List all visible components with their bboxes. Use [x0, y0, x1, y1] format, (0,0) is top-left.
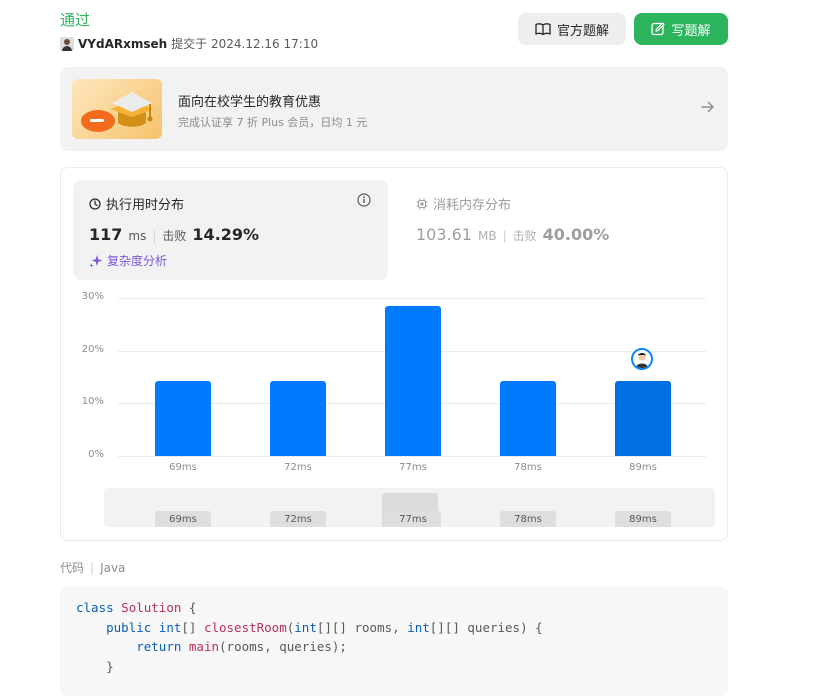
code-header: 代码 | Java [60, 559, 125, 576]
mini-bar-89ms: 89ms [615, 511, 671, 527]
runtime-value: 117 [89, 225, 123, 244]
edit-icon [651, 22, 666, 36]
mini-bar-label: 77ms [399, 514, 427, 525]
mini-bar-78ms: 78ms [500, 511, 556, 527]
my-submission-avatar [631, 348, 653, 370]
write-solution-label: 写题解 [671, 23, 711, 39]
code-token: main [188, 639, 220, 654]
code-token: [] [181, 619, 204, 635]
bar-69ms[interactable] [155, 381, 211, 456]
code-token: (rooms, queries); [219, 639, 347, 654]
memory-stats: 103.61 MB | 击败 40.00% [416, 225, 609, 244]
runtime-title-label: 执行用时分布 [106, 198, 185, 213]
divider: | [90, 560, 95, 575]
gridline [118, 456, 706, 457]
official-solution-label: 官方题解 [556, 23, 609, 39]
memory-beats-value: 40.00% [542, 225, 610, 244]
code-token: [][] [429, 619, 468, 635]
code-token: public [106, 619, 152, 635]
memory-unit: MB [477, 229, 497, 243]
mini-bar-72ms: 72ms [270, 511, 326, 527]
code-token: } [76, 658, 114, 674]
y-tick-label: 0% [88, 449, 104, 460]
promo-title: 面向在校学生的教育优惠 [178, 95, 322, 110]
promo-subtitle: 完成认证享 7 折 Plus 会员，日均 1 元 [178, 116, 368, 129]
bar-72ms[interactable] [270, 381, 326, 456]
info-icon[interactable] [357, 193, 371, 207]
code-language: Java [100, 560, 126, 575]
bar-89ms[interactable] [615, 381, 671, 456]
code-token: return [136, 639, 182, 654]
mini-bar-label: 69ms [169, 514, 197, 525]
complexity-analysis-label: 复杂度分析 [107, 254, 168, 268]
code-token: Solution [121, 600, 182, 615]
code-token: int [158, 619, 182, 635]
divider: | [152, 229, 157, 243]
code-token: rooms, [354, 619, 408, 635]
mini-bar-label: 72ms [284, 514, 312, 525]
memory-beats-label: 击败 [512, 229, 537, 243]
x-tick-label: 89ms [629, 462, 657, 473]
clock-icon [89, 197, 101, 210]
runtime-beats-label: 击败 [162, 229, 187, 243]
mini-bar-69ms: 69ms [155, 511, 211, 527]
x-tick-label: 69ms [169, 462, 197, 473]
x-tick-label: 78ms [514, 462, 542, 473]
y-tick-label: 10% [81, 396, 104, 407]
code-token: { [181, 600, 197, 615]
education-promo-banner[interactable]: 面向在校学生的教育优惠 完成认证享 7 折 Plus 会员，日均 1 元 [60, 67, 728, 151]
mini-bar-label: 89ms [629, 514, 657, 525]
submission-status: 通过 [60, 11, 91, 29]
runtime-stats: 117 ms | 击败 14.29% [89, 225, 259, 244]
gridline [118, 298, 706, 299]
y-tick-label: 30% [81, 291, 104, 302]
x-tick-label: 77ms [399, 462, 427, 473]
y-tick-label: 20% [81, 344, 104, 355]
runtime-title: 执行用时分布 [89, 194, 184, 213]
submission-byline: VYdARxmseh 提交于 2024.12.16 17:10 [60, 35, 318, 52]
graduation-cap-illustration [72, 79, 162, 139]
username-link[interactable]: VYdARxmseh [78, 37, 167, 51]
runtime-beats-value: 14.29% [192, 225, 260, 244]
code-label: 代码 [60, 561, 85, 575]
code-token: closestRoom [203, 619, 287, 635]
code-token: int [294, 619, 317, 635]
official-solution-button[interactable]: 官方题解 [518, 13, 626, 45]
memory-title-label: 消耗内存分布 [433, 198, 512, 213]
mini-bar-77ms: 77ms [385, 511, 441, 527]
code-token: queries) { [467, 619, 543, 635]
code-token: class [76, 600, 114, 615]
bar-77ms[interactable] [385, 306, 441, 456]
runtime-unit: ms [128, 229, 147, 243]
user-avatar[interactable] [60, 36, 74, 51]
arrow-right-icon[interactable] [700, 99, 716, 115]
submission-time: 提交于 2024.12.16 17:10 [171, 37, 319, 51]
code-token: [][] [316, 619, 355, 635]
divider: | [502, 229, 507, 243]
memory-title[interactable]: 消耗内存分布 [416, 194, 511, 213]
bar-78ms[interactable] [500, 381, 556, 456]
sparkle-icon [89, 254, 103, 267]
book-icon [535, 23, 551, 36]
mini-bar-label: 78ms [514, 514, 542, 525]
complexity-analysis-link[interactable]: 复杂度分析 [89, 252, 167, 269]
write-solution-button[interactable]: 写题解 [634, 13, 728, 45]
x-tick-label: 72ms [284, 462, 312, 473]
code-token: int [407, 619, 430, 635]
memory-value: 103.61 [416, 225, 472, 244]
code-content: class Solution { public int[] closestRoo… [76, 598, 543, 676]
chip-icon [416, 198, 428, 209]
